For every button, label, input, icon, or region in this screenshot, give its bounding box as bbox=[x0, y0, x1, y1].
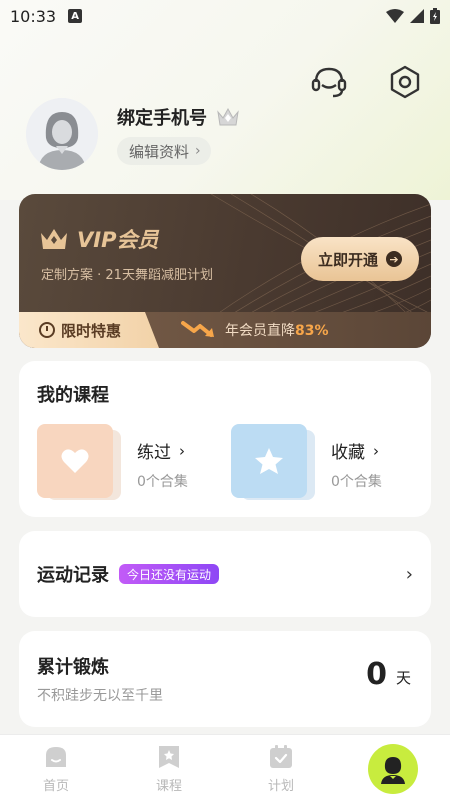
user-name-text: 绑定手机号 bbox=[117, 108, 207, 129]
clock-icon bbox=[39, 322, 55, 338]
exercise-records-card[interactable]: 运动记录 今日还没有运动 › bbox=[19, 531, 431, 617]
signal-icon bbox=[410, 9, 424, 23]
settings-button[interactable] bbox=[385, 62, 425, 102]
total-workout-subtitle: 不积跬步无以至千里 bbox=[37, 688, 163, 704]
vip-card[interactable]: VIP会员 定制方案 · 21天舞蹈减肥计划 立即开通 ➔ 限时特惠 年会员直降… bbox=[19, 194, 431, 348]
tab-me[interactable] bbox=[368, 744, 418, 794]
trend-down-icon bbox=[181, 321, 214, 337]
limited-offer-tag: 限时特惠 bbox=[19, 312, 159, 348]
edit-profile-label: 编辑资料 bbox=[129, 142, 190, 161]
status-bar: 10:33 A bbox=[0, 0, 450, 32]
settings-hexagon-icon bbox=[390, 65, 420, 99]
tab-courses-label: 课程 bbox=[155, 779, 182, 794]
practiced-courses-item[interactable]: 练过 › 0个合集 bbox=[37, 424, 188, 500]
star-icon bbox=[255, 448, 283, 474]
edit-profile-button[interactable]: 编辑资料 › bbox=[117, 137, 211, 165]
tab-plan[interactable]: 计划 bbox=[225, 735, 337, 799]
wifi-icon bbox=[386, 9, 404, 23]
favorites-count: 0个合集 bbox=[331, 474, 382, 490]
practiced-count: 0个合集 bbox=[137, 474, 188, 490]
vip-crown-icon bbox=[41, 229, 67, 249]
practiced-label: 练过 bbox=[137, 443, 171, 463]
chevron-right-icon: › bbox=[179, 441, 185, 460]
tab-plan-label: 计划 bbox=[267, 779, 294, 794]
vip-activate-button[interactable]: 立即开通 ➔ bbox=[301, 237, 419, 281]
customer-service-button[interactable] bbox=[309, 62, 349, 102]
discount-info: 年会员直降83% bbox=[181, 320, 329, 340]
tab-home-label: 首页 bbox=[42, 779, 69, 794]
vip-title-text: VIP会员 bbox=[77, 228, 159, 252]
vip-promo-bar: 限时特惠 年会员直降83% bbox=[19, 312, 431, 348]
favorites-courses-item[interactable]: 收藏 › 0个合集 bbox=[231, 424, 382, 500]
discount-text: 年会员直降 bbox=[225, 323, 295, 339]
chevron-right-icon: › bbox=[195, 143, 201, 159]
status-time: 10:33 bbox=[10, 6, 57, 26]
discount-value: 83% bbox=[295, 323, 329, 339]
no-exercise-badge: 今日还没有运动 bbox=[119, 564, 220, 584]
plan-icon bbox=[270, 745, 292, 768]
vip-activate-label: 立即开通 bbox=[317, 250, 378, 269]
favorites-label: 收藏 bbox=[331, 443, 365, 463]
total-workout-unit: 天 bbox=[395, 669, 411, 687]
total-workout-card: 累计锻炼 不积跬步无以至千里 0 天 bbox=[19, 631, 431, 727]
profile-icon bbox=[381, 757, 405, 784]
crown-icon bbox=[217, 107, 239, 126]
total-workout-days: 0 bbox=[366, 657, 387, 692]
battery-icon bbox=[430, 8, 440, 24]
default-avatar-icon bbox=[26, 98, 98, 170]
status-indicator-icon: A bbox=[68, 9, 83, 23]
headset-icon bbox=[311, 67, 347, 98]
chevron-right-icon: › bbox=[373, 441, 379, 460]
chevron-right-icon: › bbox=[405, 563, 413, 585]
user-name[interactable]: 绑定手机号 bbox=[117, 104, 241, 130]
my-courses-card: 我的课程 练过 › 0个合集 收藏 › 0个合集 bbox=[19, 361, 431, 517]
arrow-right-icon: ➔ bbox=[386, 251, 402, 267]
course-icon bbox=[159, 746, 179, 768]
total-workout-title: 累计锻炼 bbox=[37, 657, 109, 678]
heart-icon bbox=[61, 449, 89, 473]
home-icon bbox=[46, 747, 66, 767]
limited-offer-label: 限时特惠 bbox=[61, 321, 122, 340]
tab-courses[interactable]: 课程 bbox=[113, 735, 225, 799]
tab-home[interactable]: 首页 bbox=[0, 735, 112, 799]
exercise-records-title: 运动记录 bbox=[37, 565, 109, 586]
vip-title: VIP会员 bbox=[39, 224, 158, 254]
vip-subtitle: 定制方案 · 21天舞蹈减肥计划 bbox=[41, 268, 213, 283]
avatar[interactable] bbox=[26, 98, 98, 170]
my-courses-title: 我的课程 bbox=[37, 385, 109, 406]
